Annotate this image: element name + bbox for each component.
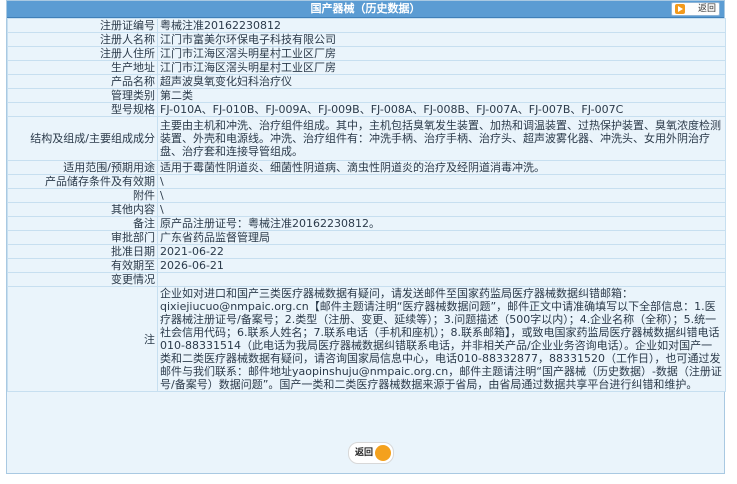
- back-button-bottom-label: 返回: [355, 448, 374, 458]
- field-value: 2026-06-21: [157, 258, 726, 273]
- back-button-bottom[interactable]: 返回: [348, 442, 394, 464]
- table-row: 注册人名称 江门市富美尔环保电子科技有限公司: [7, 32, 726, 47]
- field-value: 江门市富美尔环保电子科技有限公司: [157, 32, 726, 47]
- details-table: 注册证编号 粤械注准20162230812 注册人名称 江门市富美尔环保电子科技…: [7, 18, 726, 392]
- field-label: 备注: [7, 216, 158, 231]
- table-row: 注 企业如对进口和国产三类医疗器械数据有疑问，请发送邮件至国家药监局医疗器械数据…: [7, 286, 726, 392]
- title-bar: 国产器械（历史数据） 返回: [7, 1, 724, 18]
- note-label: 注: [7, 286, 158, 392]
- table-row: 审批部门 广东省药品监督管理局: [7, 230, 726, 245]
- field-label: 型号规格: [7, 102, 158, 117]
- table-row: 管理类别 第二类: [7, 88, 726, 103]
- field-value: \: [157, 174, 726, 189]
- field-value: \: [157, 188, 726, 203]
- field-value: \: [157, 202, 726, 217]
- table-row: 备注 原产品注册证号：粤械注准20162230812。: [7, 216, 726, 231]
- back-button-bottom-wrap: 返回: [348, 442, 394, 464]
- field-value: 江门市江海区滘头明星村工业区厂房: [157, 60, 726, 75]
- field-value: 江门市江海区滘头明星村工业区厂房: [157, 46, 726, 61]
- field-value: [157, 272, 726, 287]
- field-value: 原产品注册证号：粤械注准20162230812。: [157, 216, 726, 231]
- field-label: 产品名称: [7, 74, 158, 89]
- field-label: 注册证编号: [7, 18, 158, 33]
- field-label: 变更情况: [7, 272, 158, 287]
- field-value: 超声波臭氧变化妇科治疗仪: [157, 74, 726, 89]
- table-row: 产品名称 超声波臭氧变化妇科治疗仪: [7, 74, 726, 89]
- field-value: FJ-010A、FJ-010B、FJ-009A、FJ-009B、FJ-008A、…: [157, 102, 726, 117]
- field-label: 附件: [7, 188, 158, 203]
- table-row: 适用范围/预期用途 适用于霉菌性阴道炎、细菌性阴道病、滴虫性阴道炎的治疗及经阴道…: [7, 160, 726, 175]
- table-row: 生产地址 江门市江海区滘头明星村工业区厂房: [7, 60, 726, 75]
- table-row: 结构及组成/主要组成成分 主要由主机和冲洗、治疗组件组成。其中，主机包括臭氧发生…: [7, 116, 726, 161]
- note-text: 企业如对进口和国产三类医疗器械数据有疑问，请发送邮件至国家药监局医疗器械数据纠错…: [157, 286, 726, 392]
- record-panel: 国产器械（历史数据） 返回 注册证编号 粤械注准20162230812 注册人名…: [6, 0, 726, 474]
- field-value: 第二类: [157, 88, 726, 103]
- field-value: 粤械注准20162230812: [157, 18, 726, 33]
- field-label: 结构及组成/主要组成成分: [7, 116, 158, 161]
- back-circle-icon: [375, 445, 391, 461]
- field-value: 2021-06-22: [157, 244, 726, 259]
- back-button-top-label: 返回: [697, 4, 716, 14]
- field-label: 生产地址: [7, 60, 158, 75]
- field-value: 广东省药品监督管理局: [157, 230, 726, 245]
- table-row: 批准日期 2021-06-22: [7, 244, 726, 259]
- table-row: 附件 \: [7, 188, 726, 203]
- table-row: 变更情况: [7, 272, 726, 287]
- field-value: 主要由主机和冲洗、治疗组件组成。其中，主机包括臭氧发生装置、加热和调温装置、过热…: [157, 116, 726, 161]
- field-label: 其他内容: [7, 202, 158, 217]
- table-row: 注册人住所 江门市江海区滘头明星村工业区厂房: [7, 46, 726, 61]
- table-row: 型号规格 FJ-010A、FJ-010B、FJ-009A、FJ-009B、FJ-…: [7, 102, 726, 117]
- back-arrow-icon: [675, 4, 685, 14]
- table-row: 有效期至 2026-06-21: [7, 258, 726, 273]
- field-label: 有效期至: [7, 258, 158, 273]
- table-row: 注册证编号 粤械注准20162230812: [7, 18, 726, 33]
- page-title: 国产器械（历史数据）: [310, 2, 421, 15]
- back-button-top[interactable]: 返回: [671, 2, 720, 16]
- field-label: 管理类别: [7, 88, 158, 103]
- field-label: 适用范围/预期用途: [7, 160, 158, 175]
- field-label: 批准日期: [7, 244, 158, 259]
- table-row: 产品储存条件及有效期 \: [7, 174, 726, 189]
- field-label: 注册人名称: [7, 32, 158, 47]
- field-label: 注册人住所: [7, 46, 158, 61]
- field-label: 产品储存条件及有效期: [7, 174, 158, 189]
- table-row: 其他内容 \: [7, 202, 726, 217]
- field-value: 适用于霉菌性阴道炎、细菌性阴道病、滴虫性阴道炎的治疗及经阴道消毒冲洗。: [157, 160, 726, 175]
- field-label: 审批部门: [7, 230, 158, 245]
